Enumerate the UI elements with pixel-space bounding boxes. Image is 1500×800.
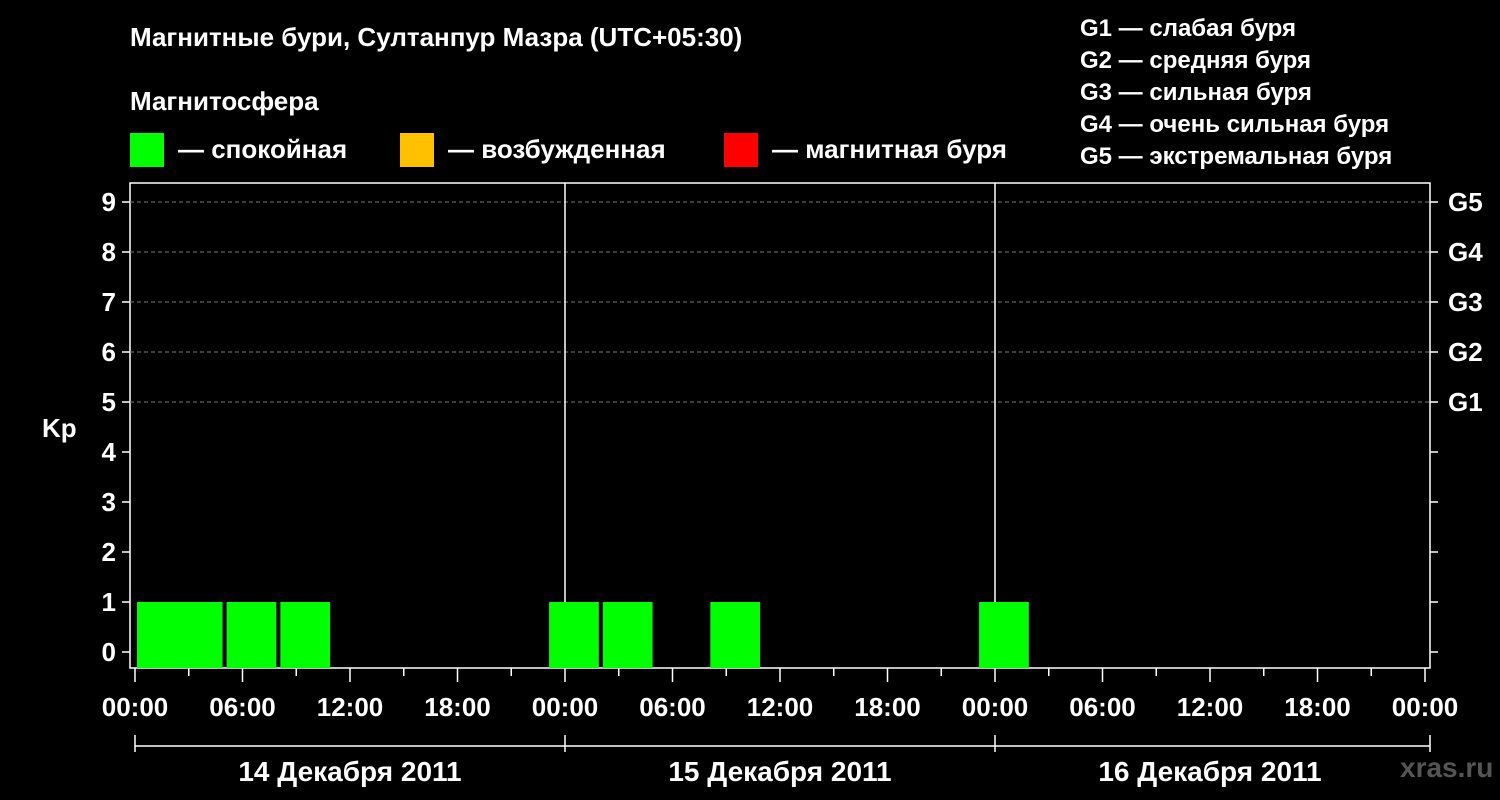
g-scale-label: G2 (1448, 337, 1483, 367)
x-tick-label: 12:00 (317, 692, 384, 722)
plot-frame (129, 182, 1431, 669)
g-scale-label: G1 (1448, 387, 1483, 417)
g-scale-label: G3 (1448, 287, 1483, 317)
x-tick-label: 18:00 (854, 692, 921, 722)
x-tick-label: 12:00 (747, 692, 814, 722)
x-tick-label: 00:00 (532, 692, 599, 722)
y-tick-label: 7 (102, 287, 116, 317)
x-tick-label: 06:00 (1069, 692, 1136, 722)
x-tick-label: 18:00 (424, 692, 491, 722)
y-tick-label: 3 (102, 487, 116, 517)
y-tick-label: 6 (102, 337, 116, 367)
kp-bar (549, 602, 599, 668)
x-tick-label: 06:00 (209, 692, 276, 722)
g-scale-label: G5 (1448, 187, 1483, 217)
g-scale-label: G4 (1448, 237, 1483, 267)
y-tick-label: 5 (102, 387, 116, 417)
kp-bar (280, 602, 331, 668)
date-label: 14 Декабря 2011 (238, 756, 461, 787)
kp-bar (710, 602, 761, 668)
kp-bar (226, 602, 277, 668)
y-tick-label: 9 (102, 187, 116, 217)
date-label: 15 Декабря 2011 (668, 756, 891, 787)
x-tick-label: 00:00 (1392, 692, 1459, 722)
kp-chart: 0 1 2 3 4 5 6 7 8 9 Kp G1 G2 G3 G4 G5 00:00 06:00 12:00 18:… (42, 182, 1483, 787)
date-label: 16 Декабря 2011 (1098, 756, 1321, 787)
kp-bar (979, 602, 1029, 668)
x-tick-label: 06:00 (639, 692, 706, 722)
watermark: xras.ru (1400, 752, 1494, 783)
kp-bar (172, 602, 223, 668)
x-tick-label: 00:00 (102, 692, 169, 722)
kp-bar (602, 602, 653, 668)
y-tick-label: 1 (102, 587, 116, 617)
x-tick-label: 12:00 (1177, 692, 1244, 722)
y-axis-label: Kp (42, 413, 77, 443)
x-tick-label: 00:00 (962, 692, 1029, 722)
y-tick-label: 0 (102, 637, 116, 667)
y-tick-label: 4 (102, 437, 117, 467)
y-tick-label: 2 (102, 537, 116, 567)
y-tick-label: 8 (102, 237, 116, 267)
x-tick-label: 18:00 (1284, 692, 1351, 722)
